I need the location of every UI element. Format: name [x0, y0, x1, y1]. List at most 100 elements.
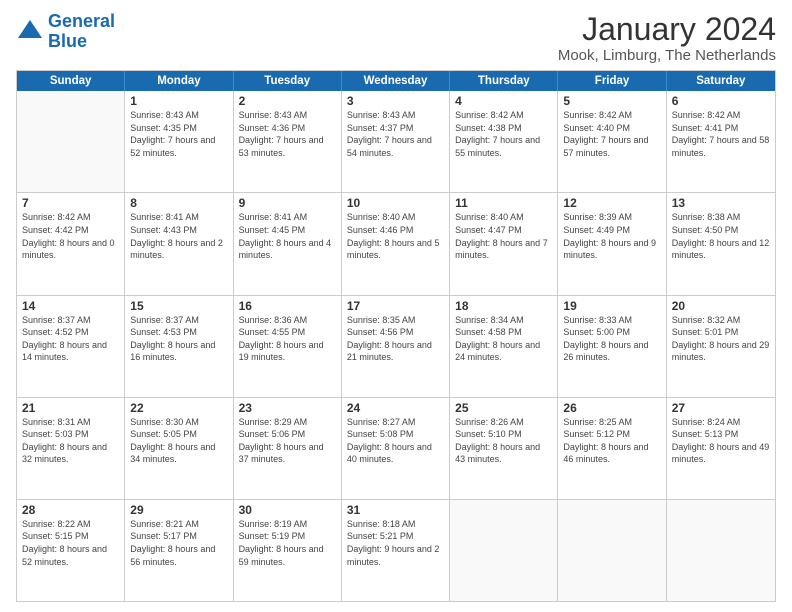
calendar-cell: 26Sunrise: 8:25 AM Sunset: 5:12 PM Dayli…	[558, 398, 666, 499]
calendar-cell: 23Sunrise: 8:29 AM Sunset: 5:06 PM Dayli…	[234, 398, 342, 499]
calendar-cell	[17, 91, 125, 192]
calendar-cell: 1Sunrise: 8:43 AM Sunset: 4:35 PM Daylig…	[125, 91, 233, 192]
cell-details: Sunrise: 8:37 AM Sunset: 4:53 PM Dayligh…	[130, 314, 227, 364]
calendar-cell: 12Sunrise: 8:39 AM Sunset: 4:49 PM Dayli…	[558, 193, 666, 294]
cell-details: Sunrise: 8:29 AM Sunset: 5:06 PM Dayligh…	[239, 416, 336, 466]
calendar-cell: 22Sunrise: 8:30 AM Sunset: 5:05 PM Dayli…	[125, 398, 233, 499]
cell-details: Sunrise: 8:36 AM Sunset: 4:55 PM Dayligh…	[239, 314, 336, 364]
cell-details: Sunrise: 8:37 AM Sunset: 4:52 PM Dayligh…	[22, 314, 119, 364]
day-number: 2	[239, 94, 336, 108]
cell-details: Sunrise: 8:25 AM Sunset: 5:12 PM Dayligh…	[563, 416, 660, 466]
calendar-cell: 6Sunrise: 8:42 AM Sunset: 4:41 PM Daylig…	[667, 91, 775, 192]
calendar-cell: 24Sunrise: 8:27 AM Sunset: 5:08 PM Dayli…	[342, 398, 450, 499]
header-cell-sunday: Sunday	[17, 71, 125, 91]
cell-details: Sunrise: 8:24 AM Sunset: 5:13 PM Dayligh…	[672, 416, 770, 466]
cell-details: Sunrise: 8:18 AM Sunset: 5:21 PM Dayligh…	[347, 518, 444, 568]
day-number: 9	[239, 196, 336, 210]
cell-details: Sunrise: 8:43 AM Sunset: 4:36 PM Dayligh…	[239, 109, 336, 159]
header-cell-friday: Friday	[558, 71, 666, 91]
calendar-cell: 14Sunrise: 8:37 AM Sunset: 4:52 PM Dayli…	[17, 296, 125, 397]
calendar-row: 1Sunrise: 8:43 AM Sunset: 4:35 PM Daylig…	[17, 91, 775, 193]
calendar-row: 21Sunrise: 8:31 AM Sunset: 5:03 PM Dayli…	[17, 398, 775, 500]
cell-details: Sunrise: 8:43 AM Sunset: 4:35 PM Dayligh…	[130, 109, 227, 159]
calendar-row: 7Sunrise: 8:42 AM Sunset: 4:42 PM Daylig…	[17, 193, 775, 295]
cell-details: Sunrise: 8:42 AM Sunset: 4:40 PM Dayligh…	[563, 109, 660, 159]
day-number: 26	[563, 401, 660, 415]
cell-details: Sunrise: 8:30 AM Sunset: 5:05 PM Dayligh…	[130, 416, 227, 466]
subtitle: Mook, Limburg, The Netherlands	[558, 47, 776, 64]
logo: GeneralBlue	[16, 12, 115, 52]
calendar-cell	[667, 500, 775, 601]
day-number: 31	[347, 503, 444, 517]
page: GeneralBlue January 2024 Mook, Limburg, …	[0, 0, 792, 612]
cell-details: Sunrise: 8:41 AM Sunset: 4:45 PM Dayligh…	[239, 211, 336, 261]
main-title: January 2024	[558, 12, 776, 47]
calendar-cell: 30Sunrise: 8:19 AM Sunset: 5:19 PM Dayli…	[234, 500, 342, 601]
header-cell-thursday: Thursday	[450, 71, 558, 91]
calendar-row: 14Sunrise: 8:37 AM Sunset: 4:52 PM Dayli…	[17, 296, 775, 398]
day-number: 1	[130, 94, 227, 108]
cell-details: Sunrise: 8:40 AM Sunset: 4:47 PM Dayligh…	[455, 211, 552, 261]
calendar-cell: 29Sunrise: 8:21 AM Sunset: 5:17 PM Dayli…	[125, 500, 233, 601]
day-number: 20	[672, 299, 770, 313]
calendar-cell: 2Sunrise: 8:43 AM Sunset: 4:36 PM Daylig…	[234, 91, 342, 192]
calendar-cell: 11Sunrise: 8:40 AM Sunset: 4:47 PM Dayli…	[450, 193, 558, 294]
calendar-cell: 31Sunrise: 8:18 AM Sunset: 5:21 PM Dayli…	[342, 500, 450, 601]
day-number: 27	[672, 401, 770, 415]
day-number: 15	[130, 299, 227, 313]
day-number: 11	[455, 196, 552, 210]
day-number: 16	[239, 299, 336, 313]
day-number: 10	[347, 196, 444, 210]
calendar-cell: 7Sunrise: 8:42 AM Sunset: 4:42 PM Daylig…	[17, 193, 125, 294]
header: GeneralBlue January 2024 Mook, Limburg, …	[16, 12, 776, 64]
calendar-header: SundayMondayTuesdayWednesdayThursdayFrid…	[17, 71, 775, 91]
calendar-cell: 16Sunrise: 8:36 AM Sunset: 4:55 PM Dayli…	[234, 296, 342, 397]
cell-details: Sunrise: 8:40 AM Sunset: 4:46 PM Dayligh…	[347, 211, 444, 261]
day-number: 6	[672, 94, 770, 108]
day-number: 5	[563, 94, 660, 108]
cell-details: Sunrise: 8:35 AM Sunset: 4:56 PM Dayligh…	[347, 314, 444, 364]
cell-details: Sunrise: 8:43 AM Sunset: 4:37 PM Dayligh…	[347, 109, 444, 159]
calendar-cell: 3Sunrise: 8:43 AM Sunset: 4:37 PM Daylig…	[342, 91, 450, 192]
cell-details: Sunrise: 8:33 AM Sunset: 5:00 PM Dayligh…	[563, 314, 660, 364]
cell-details: Sunrise: 8:26 AM Sunset: 5:10 PM Dayligh…	[455, 416, 552, 466]
calendar-cell: 4Sunrise: 8:42 AM Sunset: 4:38 PM Daylig…	[450, 91, 558, 192]
calendar-cell: 8Sunrise: 8:41 AM Sunset: 4:43 PM Daylig…	[125, 193, 233, 294]
cell-details: Sunrise: 8:39 AM Sunset: 4:49 PM Dayligh…	[563, 211, 660, 261]
day-number: 23	[239, 401, 336, 415]
cell-details: Sunrise: 8:38 AM Sunset: 4:50 PM Dayligh…	[672, 211, 770, 261]
cell-details: Sunrise: 8:42 AM Sunset: 4:38 PM Dayligh…	[455, 109, 552, 159]
cell-details: Sunrise: 8:42 AM Sunset: 4:41 PM Dayligh…	[672, 109, 770, 159]
day-number: 21	[22, 401, 119, 415]
calendar-cell	[558, 500, 666, 601]
cell-details: Sunrise: 8:21 AM Sunset: 5:17 PM Dayligh…	[130, 518, 227, 568]
calendar-cell: 28Sunrise: 8:22 AM Sunset: 5:15 PM Dayli…	[17, 500, 125, 601]
calendar-body: 1Sunrise: 8:43 AM Sunset: 4:35 PM Daylig…	[17, 91, 775, 601]
header-cell-monday: Monday	[125, 71, 233, 91]
calendar-cell: 10Sunrise: 8:40 AM Sunset: 4:46 PM Dayli…	[342, 193, 450, 294]
calendar-cell: 15Sunrise: 8:37 AM Sunset: 4:53 PM Dayli…	[125, 296, 233, 397]
day-number: 19	[563, 299, 660, 313]
day-number: 24	[347, 401, 444, 415]
cell-details: Sunrise: 8:19 AM Sunset: 5:19 PM Dayligh…	[239, 518, 336, 568]
header-cell-tuesday: Tuesday	[234, 71, 342, 91]
logo-icon	[16, 18, 44, 46]
cell-details: Sunrise: 8:27 AM Sunset: 5:08 PM Dayligh…	[347, 416, 444, 466]
calendar-cell	[450, 500, 558, 601]
cell-details: Sunrise: 8:41 AM Sunset: 4:43 PM Dayligh…	[130, 211, 227, 261]
day-number: 7	[22, 196, 119, 210]
calendar-cell: 19Sunrise: 8:33 AM Sunset: 5:00 PM Dayli…	[558, 296, 666, 397]
day-number: 14	[22, 299, 119, 313]
day-number: 17	[347, 299, 444, 313]
cell-details: Sunrise: 8:22 AM Sunset: 5:15 PM Dayligh…	[22, 518, 119, 568]
cell-details: Sunrise: 8:42 AM Sunset: 4:42 PM Dayligh…	[22, 211, 119, 261]
day-number: 8	[130, 196, 227, 210]
day-number: 12	[563, 196, 660, 210]
calendar-cell: 18Sunrise: 8:34 AM Sunset: 4:58 PM Dayli…	[450, 296, 558, 397]
calendar-cell: 20Sunrise: 8:32 AM Sunset: 5:01 PM Dayli…	[667, 296, 775, 397]
calendar-row: 28Sunrise: 8:22 AM Sunset: 5:15 PM Dayli…	[17, 500, 775, 601]
day-number: 30	[239, 503, 336, 517]
cell-details: Sunrise: 8:34 AM Sunset: 4:58 PM Dayligh…	[455, 314, 552, 364]
calendar-cell: 17Sunrise: 8:35 AM Sunset: 4:56 PM Dayli…	[342, 296, 450, 397]
day-number: 22	[130, 401, 227, 415]
